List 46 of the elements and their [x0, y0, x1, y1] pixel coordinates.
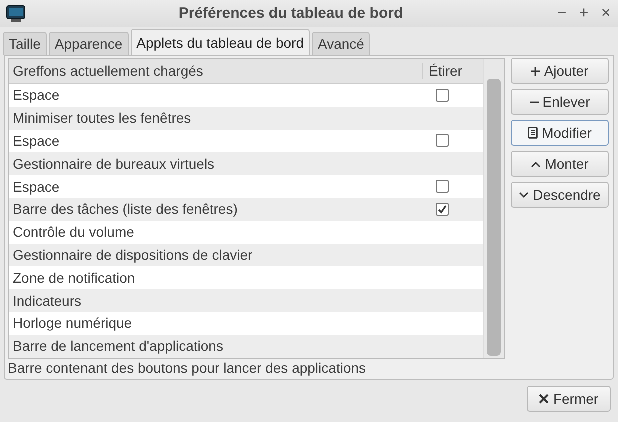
scrollbar[interactable] — [483, 59, 504, 358]
plugin-name: Indicateurs — [12, 292, 82, 309]
minimize-button[interactable]: − — [556, 4, 568, 22]
plus-icon — [531, 66, 540, 76]
window-title: Préférences du tableau de bord — [178, 5, 404, 22]
plugin-name: Zone de notification — [12, 270, 136, 286]
plugin-name: Barre de lancement d'applications — [12, 338, 224, 354]
action-button[interactable]: Enlever — [511, 89, 609, 115]
plugin-name: Minimiser toutes les fenêtres — [12, 110, 192, 126]
action-button[interactable]: Modifier — [511, 120, 609, 146]
tab[interactable]: Taille — [3, 32, 47, 55]
tab[interactable]: Apparence — [48, 32, 129, 55]
chevron-up-icon — [531, 160, 542, 168]
close-button[interactable]: × — [600, 4, 612, 22]
tab[interactable]: Avancé — [312, 32, 370, 55]
column-header[interactable]: Greffons actuellement chargés — [9, 63, 422, 79]
list-row[interactable]: Gestionnaire de dispositions de clavier — [9, 244, 483, 266]
plugin-name: Horloge numérique — [12, 315, 134, 332]
list-row[interactable]: Espace — [9, 130, 483, 152]
action-button[interactable]: Monter — [511, 151, 609, 177]
list-row[interactable]: Indicateurs — [9, 289, 483, 312]
action-button[interactable]: Descendre — [511, 182, 609, 208]
close-icon — [539, 394, 550, 404]
plugin-name: Gestionnaire de dispositions de clavier — [12, 246, 254, 263]
plugin-name: Contrôle du volume — [12, 224, 136, 240]
monitor-icon — [6, 4, 26, 22]
plugin-name: Espace — [12, 132, 61, 149]
plugin-name: Espace — [12, 87, 61, 104]
list-row[interactable]: Barre des tâches (liste des fenêtres) — [9, 198, 483, 221]
list-row[interactable]: Barre de lancement d'applications — [9, 334, 483, 358]
tab[interactable]: Applets du tableau de bord — [130, 29, 310, 55]
plugin-name: Gestionnaire de bureaux virtuels — [12, 156, 216, 172]
checkbox[interactable] — [436, 180, 449, 194]
list-row[interactable]: Minimiser toutes les fenêtres — [9, 106, 483, 130]
action-button[interactable]: Ajouter — [511, 58, 609, 84]
checkbox[interactable] — [436, 88, 449, 102]
close-dialog-button[interactable]: Fermer — [527, 386, 611, 412]
list-row[interactable]: Gestionnaire de bureaux virtuels — [9, 152, 483, 176]
chevron-down-icon — [519, 192, 530, 198]
plugin-name: Espace — [12, 178, 61, 195]
checkbox[interactable] — [436, 202, 449, 216]
checkbox[interactable] — [436, 134, 449, 148]
maximize-button[interactable]: + — [578, 4, 590, 22]
plugin-name: Barre des tâches (liste des fenêtres) — [12, 201, 239, 218]
document-icon — [528, 127, 538, 139]
plugin-description: Barre contenant des boutons pour lancer des applications — [7, 358, 368, 378]
